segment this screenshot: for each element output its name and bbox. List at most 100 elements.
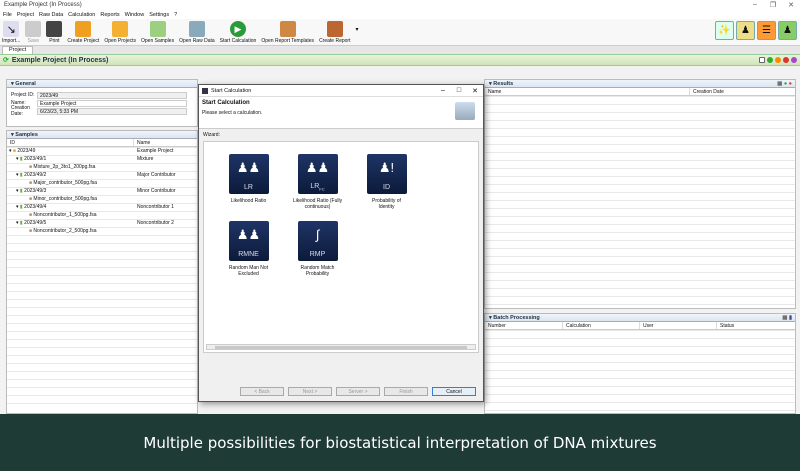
minimize-icon[interactable]: – [435, 87, 451, 95]
server-button[interactable]: Server > [336, 386, 380, 396]
restore-icon[interactable]: ❐ [764, 1, 782, 9]
dialog-footer: < Back Next > Server > Finish Cancel [199, 381, 483, 401]
grid-icon[interactable]: ▦ [782, 315, 787, 321]
open-raw-data-button[interactable]: Open Raw Data [179, 21, 215, 45]
column-user[interactable]: User [640, 322, 717, 329]
menu-calculation[interactable]: Calculation [68, 12, 95, 18]
column-number[interactable]: Number [485, 322, 563, 329]
tree-row[interactable]: ▾ ▮ 2023/49/3 Minor Contributor [7, 187, 197, 195]
tube-icon: ▮ [19, 220, 23, 226]
batch-header[interactable]: ▾ Batch Processing ▦ ▮ [485, 314, 795, 322]
minimize-icon[interactable]: – [746, 1, 764, 9]
samples-panel: ▾ Samples ID Name ▾ ■ 2023/49 Example Proj… [6, 130, 198, 414]
start-calculation-button[interactable]: ▶ Start Calculation [220, 21, 256, 45]
open-samples-button[interactable]: Open Samples [141, 21, 174, 45]
column-name[interactable]: Name [134, 139, 150, 146]
start-calculation-dialog: Start Calculation – □ ✕ Start Calculatio… [198, 84, 484, 402]
tree-row[interactable]: ■ Minor_contributor_500pg.fsa [7, 195, 197, 203]
tree-row[interactable]: ▾ ▮ 2023/49/2 Major Contributor [7, 171, 197, 179]
cancel-button[interactable]: Cancel [432, 386, 476, 396]
tree-row[interactable]: ▾ ▮ 2023/49/1 Mixture [7, 155, 197, 163]
samples-header[interactable]: ▾ Samples [7, 131, 197, 139]
delete-icon[interactable]: ● [789, 81, 792, 87]
tree-row[interactable]: ■ Mixture_2p_3to1_200pg.fsa [7, 163, 197, 171]
print-button[interactable]: Print [46, 21, 63, 45]
open-report-templates-button[interactable]: Open Report Templates [261, 21, 314, 45]
purple-status-icon[interactable] [791, 57, 797, 63]
menu-project[interactable]: Project [17, 12, 34, 18]
menu-file[interactable]: File [3, 12, 12, 18]
name-field[interactable]: Example Project [37, 99, 187, 107]
column-creation-date[interactable]: Creation Date [690, 88, 724, 95]
window-title: Example Project (In Process) [4, 2, 82, 8]
save-button[interactable]: Save [25, 21, 42, 45]
column-status[interactable]: Status [717, 322, 734, 329]
creation-date-label: Creation Date: [11, 105, 30, 117]
people-icon: ♟♟ [305, 160, 330, 175]
close-icon[interactable]: ✕ [782, 1, 800, 9]
add-icon[interactable]: ● [784, 81, 787, 87]
tile-likelihood-ratio[interactable]: ♟♟ LR Likelihood Ratio [214, 154, 283, 221]
finish-button[interactable]: Finish [384, 386, 428, 396]
file-icon: ■ [29, 228, 33, 234]
report-icon [326, 21, 343, 37]
dialog-subheading: Please select a calculation. [202, 110, 263, 116]
next-button[interactable]: Next > [288, 386, 332, 396]
chart-icon [188, 21, 205, 37]
samples-tree: ▾ ■ 2023/49 Example Project ▾ ▮ 2023/49/1… [7, 147, 197, 405]
tube-icon: ▮ [19, 204, 23, 210]
maximize-icon[interactable]: □ [451, 87, 467, 95]
menu-settings[interactable]: Settings [149, 12, 169, 18]
back-button[interactable]: < Back [240, 386, 284, 396]
creation-date-field[interactable]: 6/23/23, 5:33 PM [37, 107, 187, 115]
project-id-field[interactable]: 2023/49 [37, 91, 187, 99]
green-status-icon[interactable] [767, 57, 773, 63]
menu-reports[interactable]: Reports [100, 12, 119, 18]
dialog-title: Start Calculation [211, 87, 252, 94]
tree-row[interactable]: ■ Noncontributor_2_500pg.fsa [7, 227, 197, 235]
horizontal-scrollbar[interactable] [206, 344, 476, 350]
people-icon[interactable]: ♟ [736, 21, 755, 40]
tube-icon: ▮ [19, 156, 23, 162]
tile-probability-of-identity[interactable]: ♟! ID Probability of Identity [352, 154, 421, 221]
column-name[interactable]: Name [485, 88, 690, 95]
family-icon[interactable]: ♟ [778, 21, 797, 40]
tree-row[interactable]: ▾ ■ 2023/49 Example Project [7, 147, 197, 155]
grid-icon[interactable]: ▦ [777, 81, 782, 87]
perspective-buttons: ✨ ♟ ☰ ♟ [715, 21, 797, 40]
calculator-icon [455, 102, 475, 120]
trash-icon[interactable]: ▮ [789, 315, 792, 321]
close-icon[interactable]: ✕ [467, 87, 483, 95]
tree-row[interactable]: ■ Noncontributor_1_500pg.fsa [7, 211, 197, 219]
tile-random-match-probability[interactable]: ∫ RMP Random Match Probability [283, 221, 352, 288]
create-report-button[interactable]: Create Report [319, 21, 350, 45]
tube-icon: ▮ [19, 172, 23, 178]
chevron-down-icon[interactable]: ▾ [355, 26, 358, 33]
column-calculation[interactable]: Calculation [563, 322, 640, 329]
red-status-icon[interactable] [783, 57, 789, 63]
tab-strip: Project [0, 46, 800, 54]
tree-row[interactable]: ▾ ▮ 2023/49/5 Noncontributor 2 [7, 219, 197, 227]
export-icon[interactable] [759, 57, 765, 63]
toolbar: ↘ Import... Save Print Create Project Ope… [0, 19, 800, 46]
tree-row[interactable]: ■ Major_contributor_500pg.fsa [7, 179, 197, 187]
dna-icon[interactable]: ✨ [715, 21, 734, 40]
results-header[interactable]: ▾ Results ▦ ● ● [485, 80, 795, 88]
menu-window[interactable]: Window [125, 12, 145, 18]
menu-help[interactable]: ? [174, 12, 177, 18]
create-project-button[interactable]: Create Project [67, 21, 99, 45]
tile-likelihood-ratio-fc[interactable]: ♟♟ LRFC Likelihood Ratio (Fully continuou… [283, 154, 352, 221]
open-projects-button[interactable]: Open Projects [104, 21, 136, 45]
import-button[interactable]: ↘ Import... [2, 21, 20, 45]
menu-raw-data[interactable]: Raw Data [39, 12, 63, 18]
test-tube-icon [149, 21, 166, 37]
column-id[interactable]: ID [7, 139, 134, 146]
tile-random-man-not-excluded[interactable]: ♟♟ RMNE Random Man Not Excluded [214, 221, 283, 288]
import-icon: ↘ [3, 21, 20, 37]
tab-project[interactable]: Project [2, 46, 34, 54]
tree-row[interactable]: ▾ ▮ 2023/49/4 Noncontributor 1 [7, 203, 197, 211]
tree-icon[interactable]: ☰ [757, 21, 776, 40]
application-window: Example Project (In Process) – ❐ ✕ File … [0, 0, 800, 414]
orange-status-icon[interactable] [775, 57, 781, 63]
general-header[interactable]: ▾ General [7, 80, 197, 88]
